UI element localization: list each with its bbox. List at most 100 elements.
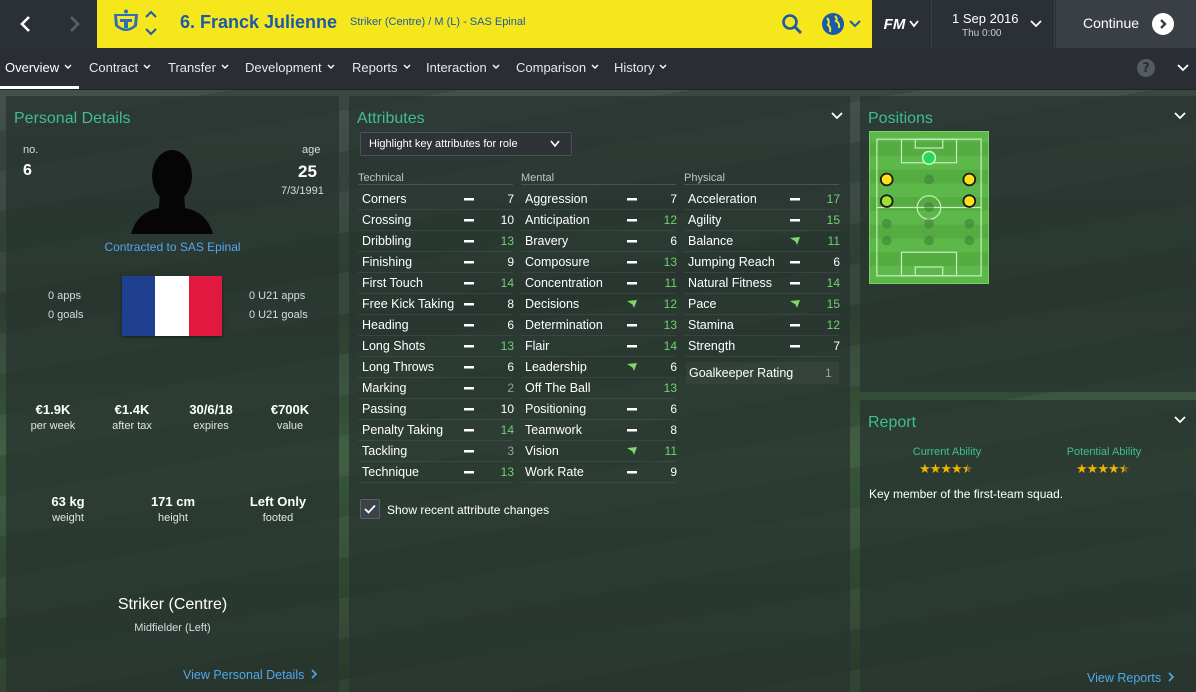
tab-interaction[interactable]: Interaction — [426, 60, 500, 75]
preferred-foot-label: footed — [262, 512, 294, 524]
tab-development[interactable]: Development — [245, 60, 335, 75]
trend-flat-icon — [790, 282, 800, 285]
attribute-row[interactable]: Finishing 9 — [358, 252, 514, 273]
attribute-row[interactable]: Aggression 7 — [521, 189, 677, 210]
view-personal-details-link[interactable]: View Personal Details — [183, 668, 318, 682]
attribute-name: Free Kick Taking — [362, 297, 455, 311]
chevron-down-icon — [591, 64, 599, 69]
position-dot-striker[interactable] — [921, 150, 937, 165]
attribute-row[interactable]: Marking 2 — [358, 378, 514, 399]
attribute-value: 10 — [500, 402, 514, 416]
attribute-value: 11 — [664, 276, 677, 290]
attribute-row[interactable]: Leadership 6 — [521, 357, 677, 378]
player-switcher[interactable] — [145, 10, 157, 36]
attribute-value: 9 — [670, 465, 677, 479]
attribute-row[interactable]: Heading 6 — [358, 315, 514, 336]
attribute-name: Determination — [525, 318, 603, 332]
panel-title: Personal Details — [14, 110, 131, 127]
position-dot-ml[interactable] — [879, 194, 894, 208]
dropdown-label: Highlight key attributes for role — [369, 138, 518, 150]
nationality-flag[interactable] — [122, 276, 222, 336]
position-dot-amr[interactable] — [962, 172, 977, 187]
date-selector[interactable]: 1 Sep 2016 Thu 0:00 — [933, 0, 1055, 48]
trend-flat-icon — [627, 324, 637, 327]
attribute-row[interactable]: First Touch 14 — [358, 273, 514, 294]
forward-button[interactable] — [50, 0, 98, 48]
contract-club-link[interactable]: Contracted to SAS Epinal — [6, 240, 339, 254]
attribute-row[interactable]: Bravery 6 — [521, 231, 677, 252]
attribute-name: Decisions — [525, 297, 580, 311]
attribute-row[interactable]: Decisions 12 — [521, 294, 677, 315]
player-subtitle[interactable]: Striker (Centre) / M (L) - SAS Epinal — [350, 16, 525, 28]
positions-pitch[interactable] — [869, 131, 989, 284]
continue-button[interactable]: Continue — [1056, 0, 1196, 48]
attribute-row[interactable]: Free Kick Taking 8 — [358, 294, 514, 315]
tab-comparison[interactable]: Comparison — [516, 60, 599, 75]
attribute-row[interactable]: Long Throws 6 — [358, 357, 514, 378]
attribute-row[interactable]: Jumping Reach 6 — [684, 252, 840, 273]
attribute-row[interactable]: Long Shots 13 — [358, 336, 514, 357]
chevron-down-icon[interactable] — [1174, 110, 1186, 122]
show-changes-checkbox[interactable] — [360, 499, 380, 519]
attribute-row[interactable]: Positioning 6 — [521, 399, 677, 420]
position-dot-aml[interactable] — [879, 172, 894, 187]
tab-history[interactable]: History — [614, 60, 667, 75]
position-dot-mr[interactable] — [962, 194, 977, 208]
attribute-row[interactable]: Determination 13 — [521, 315, 677, 336]
attribute-row[interactable]: Agility 15 — [684, 210, 840, 231]
trend-flat-icon — [627, 471, 637, 474]
attribute-value: 13 — [500, 465, 514, 479]
attribute-value: 6 — [670, 402, 677, 416]
attribute-row[interactable]: Crossing 10 — [358, 210, 514, 231]
globe-menu-button[interactable] — [821, 10, 865, 38]
trend-up-arrow-icon — [627, 447, 637, 455]
view-reports-link[interactable]: View Reports — [1087, 671, 1175, 685]
attribute-row[interactable]: Passing 10 — [358, 399, 514, 420]
chevron-down-icon — [1030, 20, 1042, 28]
attribute-row[interactable]: Teamwork 8 — [521, 420, 677, 441]
tab-contract[interactable]: Contract — [89, 60, 151, 75]
attribute-row[interactable]: Vision 11 — [521, 441, 677, 462]
attribute-row[interactable]: Composure 13 — [521, 252, 677, 273]
highlight-role-dropdown[interactable]: Highlight key attributes for role — [360, 132, 572, 156]
attribute-name: Vision — [525, 444, 559, 458]
tab-reports[interactable]: Reports — [352, 60, 411, 75]
club-crest-icon[interactable] — [111, 8, 141, 38]
attribute-row[interactable]: Natural Fitness 14 — [684, 273, 840, 294]
help-icon[interactable]: ? — [1137, 59, 1155, 77]
fm-menu-button[interactable]: FM — [872, 0, 932, 48]
trend-flat-icon — [464, 219, 474, 222]
attribute-row[interactable]: Off The Ball 13 — [521, 378, 677, 399]
chevron-up-icon[interactable] — [145, 10, 157, 18]
star-icon: ★ — [940, 462, 952, 477]
chevron-down-icon[interactable] — [1177, 62, 1189, 74]
attribute-row[interactable]: Dribbling 13 — [358, 231, 514, 252]
chevron-down-icon[interactable] — [1174, 414, 1186, 426]
attribute-row[interactable]: Work Rate 9 — [521, 462, 677, 483]
attribute-row[interactable]: Stamina 12 — [684, 315, 840, 336]
attribute-row[interactable]: Strength 7 — [684, 336, 840, 357]
chevron-right-icon — [1168, 672, 1174, 682]
player-value: €700K — [270, 402, 310, 417]
tab-transfer[interactable]: Transfer — [168, 60, 229, 75]
attribute-row[interactable]: Penalty Taking 14 — [358, 420, 514, 441]
back-button[interactable] — [2, 0, 50, 48]
chevron-down-icon[interactable] — [145, 28, 157, 36]
attribute-name: Long Shots — [362, 339, 426, 353]
tab-overview[interactable]: Overview — [5, 60, 72, 75]
weight-label: weight — [52, 512, 84, 524]
trend-flat-icon — [464, 429, 474, 432]
attribute-row[interactable]: Balance 11 — [684, 231, 840, 252]
attribute-row[interactable]: Corners 7 — [358, 189, 514, 210]
player-value-label: value — [276, 420, 304, 432]
attribute-row[interactable]: Technique 13 — [358, 462, 514, 483]
search-icon[interactable] — [780, 12, 804, 36]
attribute-row[interactable]: Anticipation 12 — [521, 210, 677, 231]
attribute-row[interactable]: Flair 14 — [521, 336, 677, 357]
chevron-down-icon — [64, 64, 72, 69]
attribute-row[interactable]: Concentration 11 — [521, 273, 677, 294]
attribute-row[interactable]: Pace 15 — [684, 294, 840, 315]
attribute-row[interactable]: Acceleration 17 — [684, 189, 840, 210]
chevron-down-icon[interactable] — [831, 110, 843, 122]
attribute-row[interactable]: Tackling 3 — [358, 441, 514, 462]
